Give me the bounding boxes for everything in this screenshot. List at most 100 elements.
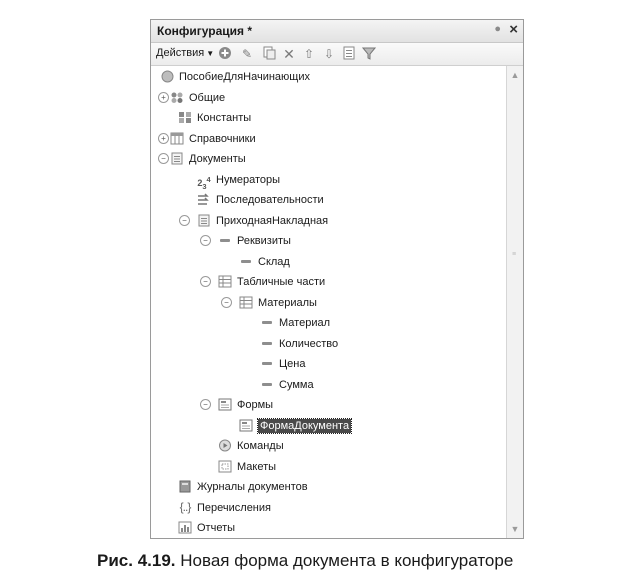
enums-icon: {..} <box>179 499 192 514</box>
move-down-icon[interactable]: ⇩ <box>321 46 337 62</box>
pin-icon[interactable]: ● <box>494 23 501 35</box>
close-icon[interactable]: × <box>509 21 518 38</box>
tree-item-label: Табличные части <box>237 276 326 288</box>
attribute-icon <box>260 316 274 329</box>
collapse-icon[interactable]: − <box>200 399 211 410</box>
tree-item[interactable]: − Табличные части <box>151 272 506 292</box>
window-title: Конфигурация * <box>157 24 253 38</box>
tree-item-label: Макеты <box>237 460 277 473</box>
tabular-sections-icon <box>218 275 232 288</box>
tree-item-label: Цена <box>279 358 306 370</box>
tree-item[interactable]: Склад <box>151 252 506 272</box>
filter-icon[interactable] <box>361 46 377 62</box>
tree-item-label: Константы <box>197 112 252 124</box>
tree-item-label: Сумма <box>279 378 314 391</box>
tree-item-label: Перечисления <box>197 501 271 514</box>
collapse-icon[interactable]: − <box>158 153 169 164</box>
move-up-icon[interactable]: ⇧ <box>301 46 317 62</box>
tree-item-label: Формы <box>237 399 274 411</box>
expand-icon[interactable]: + <box>158 132 169 144</box>
tree-item[interactable]: Константы <box>151 108 506 128</box>
attribute-icon <box>260 378 274 391</box>
tabular-section-icon <box>239 296 253 309</box>
figure-number: Рис. 4.19. <box>97 551 176 570</box>
attribute-dash-icon <box>220 239 230 242</box>
tree-item[interactable]: Отчеты <box>151 518 506 538</box>
actions-label: Действия <box>156 47 205 59</box>
tree-item[interactable]: ФормаДокумента <box>151 416 506 436</box>
tree-item[interactable]: − Формы <box>151 395 506 415</box>
collapse-icon[interactable]: − <box>200 235 211 246</box>
tree-item[interactable]: Макеты <box>151 457 506 477</box>
tree-item[interactable]: Команды <box>151 436 506 456</box>
copy-icon[interactable] <box>261 46 277 62</box>
collapse-icon[interactable]: − <box>221 296 232 308</box>
attributes-icon <box>218 234 232 247</box>
attribute-icon <box>260 337 274 350</box>
constants-icon <box>178 111 192 124</box>
document-icon <box>197 214 211 227</box>
attribute-dash-icon <box>262 321 272 324</box>
tree-item-label: ПриходнаяНакладная <box>216 214 329 227</box>
documents-icon <box>170 152 184 165</box>
tree-item[interactable]: + Справочники <box>151 129 506 149</box>
figure-caption-text: Новая форма документа в конфигураторе <box>180 551 514 570</box>
configuration-tree: ПособиеДляНачинающих + Общие Константы + Спра… <box>151 66 506 538</box>
tree-item-label: Материал <box>279 317 330 329</box>
actions-menu-button[interactable]: Действия ▼ <box>156 47 214 59</box>
collapse-icon[interactable]: − <box>179 214 190 226</box>
attribute-icon <box>260 357 274 370</box>
journals-icon <box>178 480 192 493</box>
attribute-dash-icon <box>262 362 272 365</box>
tree-item[interactable]: Последовательности <box>151 190 506 210</box>
tree-item[interactable]: {..} Перечисления <box>151 498 506 518</box>
tree-item-label: Журналы документов <box>197 481 308 493</box>
window-titlebar: Конфигурация * ● × <box>151 20 523 43</box>
forms-icon <box>218 398 232 411</box>
vertical-scrollbar[interactable]: ▲ ≡ ▼ <box>506 66 523 538</box>
tree-item-label: ФормаДокумента <box>256 417 353 434</box>
tree-item[interactable]: Материал <box>151 313 506 333</box>
add-icon[interactable] <box>217 46 233 62</box>
tree-item[interactable]: ПособиеДляНачинающих <box>151 67 506 87</box>
tree-item-label: Документы <box>189 153 246 165</box>
scroll-grip-icon[interactable]: ≡ <box>512 251 516 258</box>
tree-item-label: Реквизиты <box>237 235 291 247</box>
root-config-icon <box>160 70 174 83</box>
tree-item-label: Материалы <box>258 296 317 309</box>
expand-icon[interactable]: + <box>158 91 169 103</box>
tree-item[interactable]: − ПриходнаяНакладная <box>151 211 506 231</box>
tree-item[interactable]: + Общие <box>151 88 506 108</box>
tree-item[interactable]: Количество <box>151 334 506 354</box>
scroll-down-icon[interactable]: ▼ <box>507 522 523 536</box>
tree-item[interactable]: Цена <box>151 354 506 374</box>
tree-item[interactable]: 234 Нумераторы <box>151 170 506 191</box>
attribute-icon <box>239 255 253 268</box>
scroll-up-icon[interactable]: ▲ <box>507 68 523 82</box>
tree-item-label: Общие <box>189 91 226 104</box>
delete-icon[interactable]: ✕ <box>281 46 297 62</box>
chevron-down-icon: ▼ <box>206 49 215 58</box>
tree-item[interactable]: − Документы <box>151 149 506 169</box>
figure-caption: Рис. 4.19. Новая форма документа в конфи… <box>97 551 513 571</box>
form-icon <box>239 419 253 432</box>
tree-item[interactable]: Сумма <box>151 375 506 395</box>
toolbar: Действия ▼ ✎ ✕ ⇧ ⇩ <box>151 43 523 66</box>
collapse-icon[interactable]: − <box>200 276 211 287</box>
sequences-icon <box>197 193 211 206</box>
catalogs-icon <box>170 132 184 145</box>
attribute-dash-icon <box>241 259 251 263</box>
tree-item-label: Количество <box>279 337 339 350</box>
tree-item-label: ПособиеДляНачинающих <box>179 71 310 83</box>
tree-item[interactable]: − Материалы <box>151 293 506 313</box>
numerators-icon: 234 <box>197 174 211 191</box>
tree-item[interactable]: Журналы документов <box>151 477 506 497</box>
templates-icon <box>218 460 232 473</box>
tree-item[interactable]: − Реквизиты <box>151 231 506 251</box>
list-icon[interactable] <box>341 46 357 62</box>
reports-icon <box>178 521 192 534</box>
tree-item-label: Справочники <box>189 132 256 145</box>
edit-icon[interactable]: ✎ <box>239 46 255 62</box>
attribute-dash-icon <box>262 382 272 386</box>
tree-item-label: Склад <box>258 255 290 268</box>
